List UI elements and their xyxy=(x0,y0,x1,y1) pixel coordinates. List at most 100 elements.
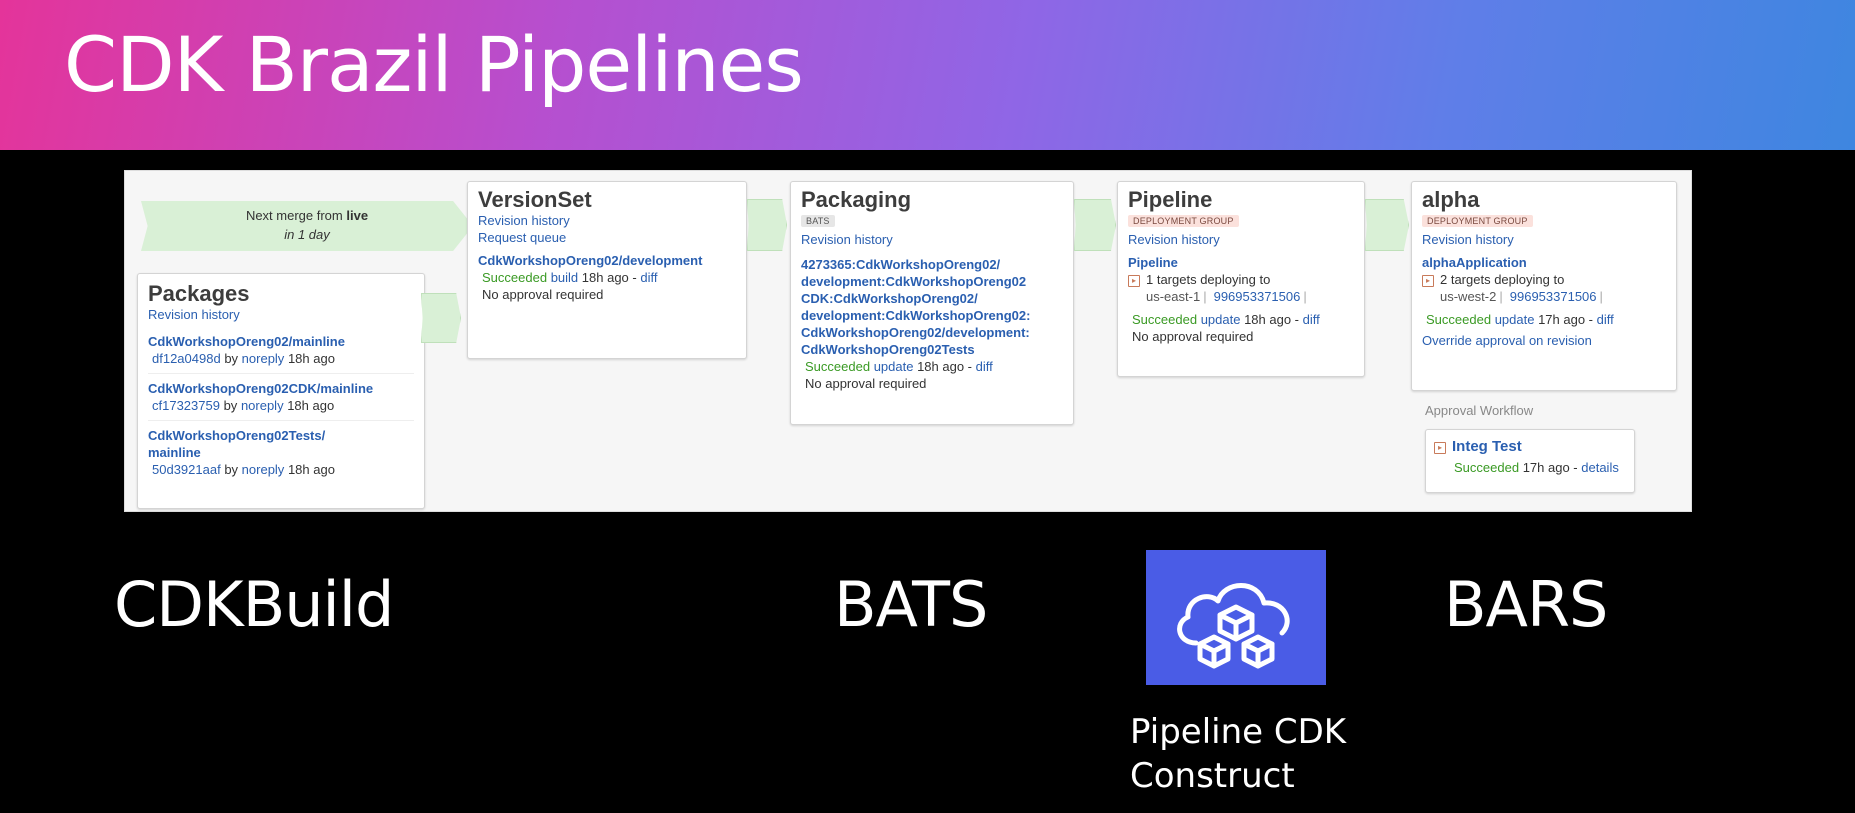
time-ago: 18h ago - xyxy=(1244,312,1300,327)
diff-link[interactable]: diff xyxy=(1597,312,1614,327)
account-link[interactable]: 996953371506 xyxy=(1214,289,1301,304)
alpha-stage: alpha DEPLOYMENT GROUP Revision history … xyxy=(1411,181,1677,391)
alpha-revision-history-link[interactable]: Revision history xyxy=(1422,231,1666,248)
by-text: by xyxy=(224,351,239,366)
status-succeeded: Succeeded xyxy=(805,359,871,374)
packaging-revision-link[interactable]: 4273365:CdkWorkshopOreng02/ development:… xyxy=(801,256,1063,358)
deployment-group-tag: DEPLOYMENT GROUP xyxy=(1422,215,1533,227)
revision-line: development:CdkWorkshopOreng02 xyxy=(801,274,1027,289)
account-link[interactable]: 996953371506 xyxy=(1510,289,1597,304)
commit-hash-link[interactable]: 50d3921aaf xyxy=(152,462,221,477)
merge-text: Next merge from xyxy=(245,208,347,223)
packaging-revision-history-link[interactable]: Revision history xyxy=(801,231,1063,248)
packaging-stage: Packaging BATS Revision history 4273365:… xyxy=(790,181,1074,425)
packaging-title: Packaging xyxy=(801,187,912,212)
package-link[interactable]: CdkWorkshopOreng02Tests/ mainline xyxy=(148,427,414,461)
alpha-title: alpha xyxy=(1422,187,1480,212)
bars-label: BARS xyxy=(1444,568,1608,641)
time-ago: 18h ago xyxy=(287,462,335,477)
flow-arrow xyxy=(421,293,461,343)
user-link[interactable]: noreply xyxy=(242,462,285,477)
versionset-revision-history-link[interactable]: Revision history xyxy=(478,212,736,229)
flow-arrow xyxy=(1365,199,1409,251)
approval-workflow-label: Approval Workflow xyxy=(1425,403,1534,418)
targets-text: 1 targets deploying to xyxy=(1146,272,1271,287)
build-link[interactable]: build xyxy=(551,270,578,285)
package-item: CdkWorkshopOreng02CDK/mainline cf1732375… xyxy=(148,374,414,421)
diff-link[interactable]: diff xyxy=(640,270,657,285)
packages-title: Packages xyxy=(148,281,250,306)
cdkbuild-label: CDKBuild xyxy=(114,568,394,641)
package-link[interactable]: CdkWorkshopOreng02CDK/mainline xyxy=(148,380,414,397)
status-succeeded: Succeeded xyxy=(1426,312,1492,327)
deploy-arrow-icon: ▸ xyxy=(1422,274,1434,287)
by-text: by xyxy=(223,398,238,413)
versionset-stage: VersionSet Revision history Request queu… xyxy=(467,181,747,359)
revision-line: CdkWorkshopOreng02/development: xyxy=(801,325,1030,340)
flow-arrow xyxy=(747,199,787,251)
status-succeeded: Succeeded xyxy=(482,270,548,285)
status-succeeded: Succeeded xyxy=(1132,312,1198,327)
update-link[interactable]: update xyxy=(874,359,914,374)
user-link[interactable]: noreply xyxy=(241,398,284,413)
status-succeeded: Succeeded xyxy=(1454,460,1520,475)
pipeline-title: Pipeline xyxy=(1128,187,1213,212)
request-queue-link[interactable]: Request queue xyxy=(478,229,736,246)
revision-line: CdkWorkshopOreng02Tests xyxy=(801,342,975,357)
commit-hash-link[interactable]: df12a0498d xyxy=(152,351,221,366)
region-text: us-west-2 xyxy=(1440,289,1497,304)
package-link[interactable]: CdkWorkshopOreng02/mainline xyxy=(148,333,414,350)
pipeline-stage: Pipeline DEPLOYMENT GROUP Revision histo… xyxy=(1117,181,1365,377)
approval-text: No approval required xyxy=(1132,329,1254,344)
revision-line: CDK:CdkWorkshopOreng02/ xyxy=(801,291,978,306)
commit-hash-link[interactable]: cf17323759 xyxy=(152,398,220,413)
time-ago: 18h ago - xyxy=(917,359,973,374)
bats-tag: BATS xyxy=(801,215,835,227)
details-link[interactable]: details xyxy=(1581,460,1619,475)
construct-caption-line: Pipeline CDK xyxy=(1130,712,1347,752)
package-item: CdkWorkshopOreng02Tests/ mainline 50d392… xyxy=(148,421,414,484)
diff-link[interactable]: diff xyxy=(1303,312,1320,327)
pipeline-app-link[interactable]: Pipeline xyxy=(1128,254,1354,271)
pipeline-screenshot: Next merge from live in 1 day Packages R… xyxy=(124,170,1692,512)
integ-test-link[interactable]: Integ Test xyxy=(1452,438,1522,455)
revision-line: 4273365:CdkWorkshopOreng02/ xyxy=(801,257,1001,272)
merge-source: live xyxy=(346,208,369,223)
pipeline-revision-history-link[interactable]: Revision history xyxy=(1128,231,1354,248)
update-link[interactable]: update xyxy=(1201,312,1241,327)
region-text: us-east-1 xyxy=(1146,289,1201,304)
cloud-cubes-icon xyxy=(1177,582,1290,668)
pipeline-construct-tile xyxy=(1146,550,1326,685)
construct-caption-line: Construct xyxy=(1130,756,1295,796)
approval-text: No approval required xyxy=(805,376,927,391)
bats-label: BATS xyxy=(834,568,988,641)
package-item: CdkWorkshopOreng02/mainline df12a0498d b… xyxy=(148,327,414,374)
diff-link[interactable]: diff xyxy=(976,359,993,374)
time-ago: 18h ago xyxy=(287,398,335,413)
update-link[interactable]: update xyxy=(1495,312,1535,327)
deployment-group-tag: DEPLOYMENT GROUP xyxy=(1128,215,1239,227)
integ-test-card: ▸ Integ Test Succeeded 17h ago - details xyxy=(1425,429,1635,493)
by-text: by xyxy=(224,462,239,477)
packages-stage: Packages Revision history CdkWorkshopOre… xyxy=(137,273,425,509)
revision-line: development:CdkWorkshopOreng02: xyxy=(801,308,1031,323)
deploy-arrow-icon: ▸ xyxy=(1128,274,1140,287)
merge-time: in 1 day xyxy=(284,227,330,242)
construct-caption: Pipeline CDK Construct xyxy=(1130,710,1390,798)
time-ago: 18h ago - xyxy=(581,270,637,285)
user-link[interactable]: noreply xyxy=(242,351,285,366)
slide-title: CDK Brazil Pipelines xyxy=(64,20,804,109)
time-ago: 18h ago xyxy=(287,351,335,366)
slide-header: CDK Brazil Pipelines xyxy=(0,0,1855,150)
time-ago: 17h ago - xyxy=(1538,312,1594,327)
versionset-title: VersionSet xyxy=(478,187,592,212)
alpha-app-link[interactable]: alphaApplication xyxy=(1422,254,1666,271)
next-merge-banner: Next merge from live in 1 day xyxy=(141,201,473,251)
targets-text: 2 targets deploying to xyxy=(1440,272,1565,287)
approval-step-icon: ▸ xyxy=(1434,441,1446,454)
override-approval-link[interactable]: Override approval on revision xyxy=(1422,332,1666,349)
packages-revision-history-link[interactable]: Revision history xyxy=(148,306,414,323)
versionset-link[interactable]: CdkWorkshopOreng02/development xyxy=(478,252,736,269)
approval-text: No approval required xyxy=(482,287,604,302)
time-ago: 17h ago - xyxy=(1522,460,1578,475)
